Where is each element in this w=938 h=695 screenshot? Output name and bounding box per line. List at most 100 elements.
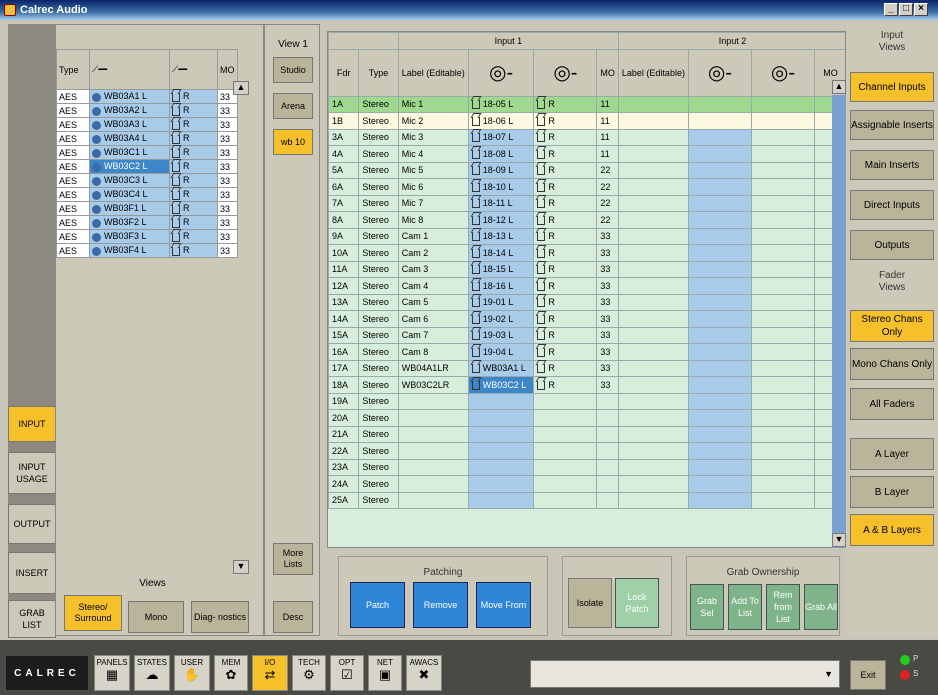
input2-left-cell[interactable] [687,95,752,113]
source-right-cell[interactable]: R [169,131,218,146]
input1-label-cell[interactable]: Mic 2 [397,112,469,130]
input2-label-cell[interactable] [617,310,689,328]
source-right-cell[interactable]: R [169,173,218,188]
stereo-chans-only-button[interactable]: Stereo Chans Only [850,310,934,342]
input1-right-cell[interactable] [533,475,598,493]
input1-left-cell[interactable]: 18-16 L [467,277,535,295]
source-name-cell[interactable]: WB03F2 L [89,215,170,230]
input2-right-cell[interactable] [750,392,815,410]
input1-right-cell[interactable] [533,491,598,509]
source-row[interactable]: AES WB03F4 L R 33 [56,243,238,258]
input2-right-cell[interactable] [750,112,815,130]
rem-from-list-button[interactable]: Rem from List [766,584,800,630]
input2-right-cell[interactable] [750,128,815,146]
toolbar-opt-button[interactable]: OPT ☑ [330,655,364,691]
input2-right-cell[interactable] [750,310,815,328]
maximize-button[interactable]: □ [899,3,913,16]
input2-left-cell[interactable] [687,359,752,377]
channel-row[interactable]: 8A Stereo Mic 8 18-12 L R 22 [328,211,845,229]
patch-button[interactable]: Patch [350,582,405,628]
input2-right-cell[interactable] [750,194,815,212]
source-right-cell[interactable]: R [169,215,218,230]
input2-left-cell[interactable] [687,475,752,493]
input1-right-cell[interactable]: R [533,178,598,196]
input2-right-cell[interactable] [750,244,815,262]
input1-label-cell[interactable] [397,475,469,493]
message-dropdown[interactable]: ▼ [530,660,840,688]
source-right-cell[interactable]: R [169,229,218,244]
stereo-surround-button[interactable]: Stereo/ Surround [64,595,122,631]
input2-right-cell[interactable] [750,178,815,196]
arena-view-button[interactable]: Arena [273,93,313,119]
input2-label-cell[interactable] [617,112,689,130]
input1-right-cell[interactable] [533,458,598,476]
source-row[interactable]: AES WB03A3 L R 33 [56,117,238,132]
source-scroll-down-button[interactable]: ▼ [233,560,249,574]
channel-row[interactable]: 13A Stereo Cam 5 19-01 L R 33 [328,293,845,311]
input1-label-cell[interactable]: Cam 2 [397,244,469,262]
input2-label-cell[interactable] [617,343,689,361]
input1-left-cell[interactable]: 19-04 L [467,343,535,361]
channel-row[interactable]: 11A Stereo Cam 3 18-15 L R 33 [328,260,845,278]
input1-right-cell[interactable]: R [533,293,598,311]
input1-label-cell[interactable] [397,458,469,476]
input1-left-cell[interactable]: 18-07 L [467,128,535,146]
input1-right-cell[interactable] [533,409,598,427]
isolate-button[interactable]: Isolate [568,578,612,628]
input1-label-cell[interactable]: Mic 5 [397,161,469,179]
input2-right-cell[interactable] [750,95,815,113]
input2-label-cell[interactable] [617,458,689,476]
input2-left-cell[interactable] [687,326,752,344]
input2-label-cell[interactable] [617,178,689,196]
source-right-cell[interactable]: R [169,145,218,160]
input1-label-cell[interactable]: Mic 1 [397,95,469,113]
input1-left-cell[interactable]: 18-13 L [467,227,535,245]
input2-label-cell[interactable] [617,95,689,113]
input1-label-cell[interactable]: Mic 6 [397,178,469,196]
source-right-cell[interactable]: R [169,89,218,104]
input1-label-cell[interactable]: Cam 1 [397,227,469,245]
channel-row[interactable]: 18A Stereo WB03C2LR WB03C2 L R 33 [328,376,845,394]
input1-label-cell[interactable]: Mic 4 [397,145,469,163]
channel-row[interactable]: 17A Stereo WB04A1LR WB03A1 L R 33 [328,359,845,377]
input1-left-cell[interactable]: WB03A1 L [467,359,535,377]
input2-left-cell[interactable] [687,112,752,130]
input2-right-cell[interactable] [750,458,815,476]
input2-left-cell[interactable] [687,293,752,311]
input2-right-cell[interactable] [750,227,815,245]
input2-label-cell[interactable] [617,277,689,295]
input2-label-cell[interactable] [617,392,689,410]
input1-right-cell[interactable]: R [533,112,598,130]
input1-left-cell[interactable] [467,409,535,427]
input1-label-cell[interactable]: Mic 7 [397,194,469,212]
input1-left-cell[interactable] [467,392,535,410]
input2-right-cell[interactable] [750,425,815,443]
input2-left-cell[interactable] [687,244,752,262]
input1-left-cell[interactable] [467,425,535,443]
input1-label-cell[interactable]: WB03C2LR [397,376,469,394]
input2-label-cell[interactable] [617,359,689,377]
input2-right-cell[interactable] [750,260,815,278]
channel-row[interactable]: 4A Stereo Mic 4 18-08 L R 11 [328,145,845,163]
input1-label-cell[interactable]: Cam 3 [397,260,469,278]
input2-left-cell[interactable] [687,442,752,460]
input1-left-cell[interactable]: 18-09 L [467,161,535,179]
source-name-cell[interactable]: WB03F3 L [89,229,170,244]
input1-left-cell[interactable]: 18-05 L [467,95,535,113]
input2-right-cell[interactable] [750,326,815,344]
input2-left-cell[interactable] [687,376,752,394]
input1-label-cell[interactable]: Cam 8 [397,343,469,361]
toolbar-io-button[interactable]: I/O ⇄ [252,655,288,691]
source-scroll-up-button[interactable]: ▲ [233,81,249,95]
input2-right-cell[interactable] [750,376,815,394]
input1-left-cell[interactable]: 18-08 L [467,145,535,163]
input1-right-cell[interactable]: R [533,95,598,113]
source-name-cell[interactable]: WB03C1 L [89,145,170,160]
lock-patch-button[interactable]: Lock Patch [615,578,659,628]
channel-row[interactable]: 22A Stereo [328,442,845,460]
input2-right-cell[interactable] [750,145,815,163]
input2-right-cell[interactable] [750,491,815,509]
input2-label-cell[interactable] [617,145,689,163]
input1-label-cell[interactable]: Cam 6 [397,310,469,328]
grid-scrollbar[interactable] [832,95,846,548]
